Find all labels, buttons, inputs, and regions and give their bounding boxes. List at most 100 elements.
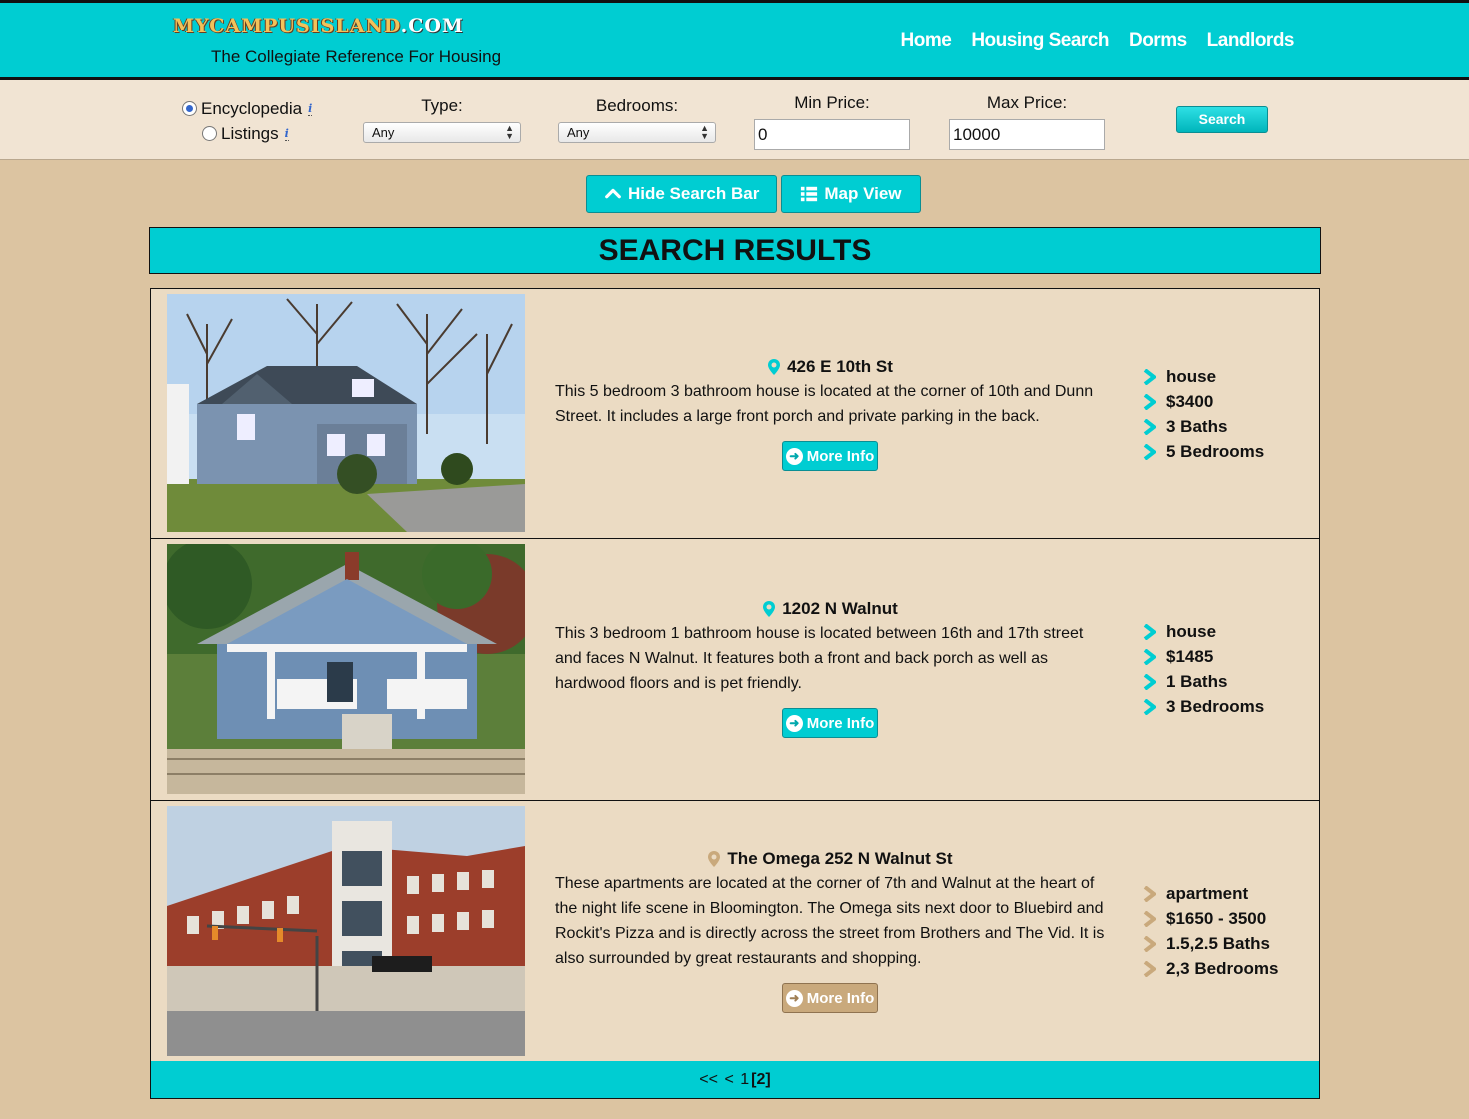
listing-address[interactable]: The Omega 252 N Walnut St	[555, 849, 1105, 869]
type-label: Type:	[421, 96, 463, 115]
chevron-right-icon	[1143, 418, 1157, 435]
min-price-input[interactable]: 0	[754, 119, 910, 150]
chevron-right-icon	[1143, 698, 1157, 715]
min-price-label: Min Price:	[794, 93, 870, 112]
mode-radio-group: Encyclopedia i Listings i	[182, 96, 313, 146]
listing-description: This 5 bedroom 3 bathroom house is locat…	[555, 383, 1094, 425]
fact-price: $1485	[1143, 644, 1264, 669]
map-pin-icon	[763, 601, 776, 617]
more-info-button[interactable]: ➜ More Info	[781, 983, 879, 1013]
more-info-label: More Info	[806, 989, 875, 1007]
fact-price-text: $1485	[1166, 646, 1214, 666]
site-logo[interactable]: MYCAMPUSISLAND.COM	[173, 15, 464, 37]
listing-facts: house $3400 3 Baths 5 Bedrooms	[1143, 364, 1264, 464]
listing-address-text: 1202 N Walnut	[782, 599, 898, 618]
fact-price-text: $1650 - 3500	[1166, 908, 1267, 928]
map-pin-icon	[768, 359, 781, 375]
pager-page-1-link[interactable]: 1	[740, 1071, 749, 1088]
fact-type: apartment	[1143, 881, 1278, 906]
chevron-right-icon	[1143, 443, 1157, 460]
results-list: 426 E 10th St This 5 bedroom 3 bathroom …	[150, 288, 1320, 1062]
listing-description: These apartments are located at the corn…	[555, 875, 1105, 967]
nav-landlords[interactable]: Landlords	[1207, 30, 1295, 52]
fact-type-text: house	[1166, 366, 1217, 386]
chevron-right-icon	[1143, 910, 1157, 927]
max-price-input[interactable]: 10000	[949, 119, 1105, 150]
listing-photo[interactable]	[167, 544, 525, 794]
fact-bedrooms: 3 Bedrooms	[1143, 694, 1264, 719]
more-info-label: More Info	[806, 447, 875, 465]
chevron-right-icon	[1143, 935, 1157, 952]
chevron-right-icon	[1143, 393, 1157, 410]
max-price-label: Max Price:	[986, 93, 1068, 112]
type-select[interactable]: Any ▲ ▼	[363, 122, 521, 143]
more-info-button[interactable]: ➜ More Info	[781, 441, 879, 471]
listing-address-text: The Omega 252 N Walnut St	[727, 849, 953, 868]
more-info-button[interactable]: ➜ More Info	[781, 708, 879, 738]
fact-bedrooms: 2,3 Bedrooms	[1143, 956, 1278, 981]
fact-baths: 3 Baths	[1143, 414, 1264, 439]
map-view-button[interactable]: Map View	[781, 175, 921, 213]
bedrooms-select-value: Any	[567, 125, 590, 140]
radio-listings-label: Listings	[221, 123, 279, 143]
fact-price-text: $3400	[1166, 391, 1214, 411]
arrow-right-circle-icon: ➜	[785, 447, 803, 465]
fact-baths: 1.5,2.5 Baths	[1143, 931, 1278, 956]
nav-housing-search[interactable]: Housing Search	[971, 30, 1109, 52]
min-price-field: Min Price: 0	[754, 93, 910, 150]
top-header: MYCAMPUSISLAND.COM The Collegiate Refere…	[0, 0, 1469, 80]
pager-prev-link[interactable]: <	[724, 1071, 733, 1088]
listing-card: 426 E 10th St This 5 bedroom 3 bathroom …	[150, 288, 1320, 538]
listing-card: 1202 N Walnut This 3 bedroom 1 bathroom …	[150, 538, 1320, 800]
hide-search-bar-label: Hide Search Bar	[628, 184, 760, 203]
fact-type-text: house	[1166, 621, 1217, 641]
chevron-up-icon	[605, 188, 621, 199]
main-nav: Home Housing Search Dorms Landlords	[901, 30, 1295, 52]
fact-type: house	[1143, 619, 1264, 644]
radio-encyclopedia-label: Encyclopedia	[201, 98, 303, 118]
fact-baths-text: 1 Baths	[1166, 671, 1228, 691]
bedrooms-select[interactable]: Any ▲ ▼	[558, 122, 716, 143]
listing-details: The Omega 252 N Walnut St These apartmen…	[555, 849, 1105, 1013]
nav-dorms[interactable]: Dorms	[1129, 30, 1187, 52]
map-pin-icon	[708, 851, 721, 867]
listing-description: This 3 bedroom 1 bathroom house is locat…	[555, 625, 1084, 692]
search-bar: Encyclopedia i Listings i Type: Any ▲ ▼ B…	[0, 80, 1469, 160]
arrow-right-circle-icon: ➜	[785, 989, 803, 1007]
pagination: << < 1 [2]	[150, 1061, 1320, 1099]
listing-details: 426 E 10th St This 5 bedroom 3 bathroom …	[555, 357, 1105, 471]
nav-home[interactable]: Home	[901, 30, 952, 52]
chevron-right-icon	[1143, 368, 1157, 385]
chevron-right-icon	[1143, 673, 1157, 690]
site-tagline: The Collegiate Reference For Housing	[211, 47, 502, 66]
listing-address[interactable]: 1202 N Walnut	[555, 599, 1105, 619]
hide-search-bar-button[interactable]: Hide Search Bar	[586, 175, 778, 213]
more-info-label: More Info	[806, 714, 875, 732]
mode-option-listings[interactable]: Listings i	[182, 121, 312, 146]
listing-card: The Omega 252 N Walnut St These apartmen…	[150, 800, 1320, 1062]
fact-type: house	[1143, 364, 1264, 389]
fact-bedrooms: 5 Bedrooms	[1143, 439, 1264, 464]
mode-option-encyclopedia[interactable]: Encyclopedia i	[182, 96, 313, 121]
listing-address[interactable]: 426 E 10th St	[555, 357, 1105, 377]
fact-bedrooms-text: 2,3 Bedrooms	[1166, 958, 1279, 978]
type-field: Type: Any ▲ ▼	[363, 96, 521, 143]
fact-price: $1650 - 3500	[1143, 906, 1278, 931]
pager-current-page: [2]	[751, 1071, 771, 1088]
info-icon[interactable]: i	[284, 127, 289, 141]
info-icon[interactable]: i	[308, 102, 313, 116]
listing-details: 1202 N Walnut This 3 bedroom 1 bathroom …	[555, 599, 1105, 738]
radio-listings[interactable]	[202, 126, 217, 141]
logo-suffix-text: .COM	[400, 15, 464, 37]
radio-encyclopedia[interactable]	[182, 101, 197, 116]
search-button[interactable]: Search	[1176, 106, 1268, 133]
chevron-right-icon	[1143, 623, 1157, 640]
results-heading: SEARCH RESULTS	[149, 227, 1321, 274]
pager-first-link[interactable]: <<	[699, 1071, 718, 1088]
map-view-label: Map View	[824, 184, 902, 203]
chevron-right-icon	[1143, 960, 1157, 977]
logo-main-text: MYCAMPUSISLAND	[173, 15, 401, 37]
listing-photo[interactable]	[167, 294, 525, 532]
listing-photo[interactable]	[167, 806, 525, 1056]
fact-price: $3400	[1143, 389, 1264, 414]
